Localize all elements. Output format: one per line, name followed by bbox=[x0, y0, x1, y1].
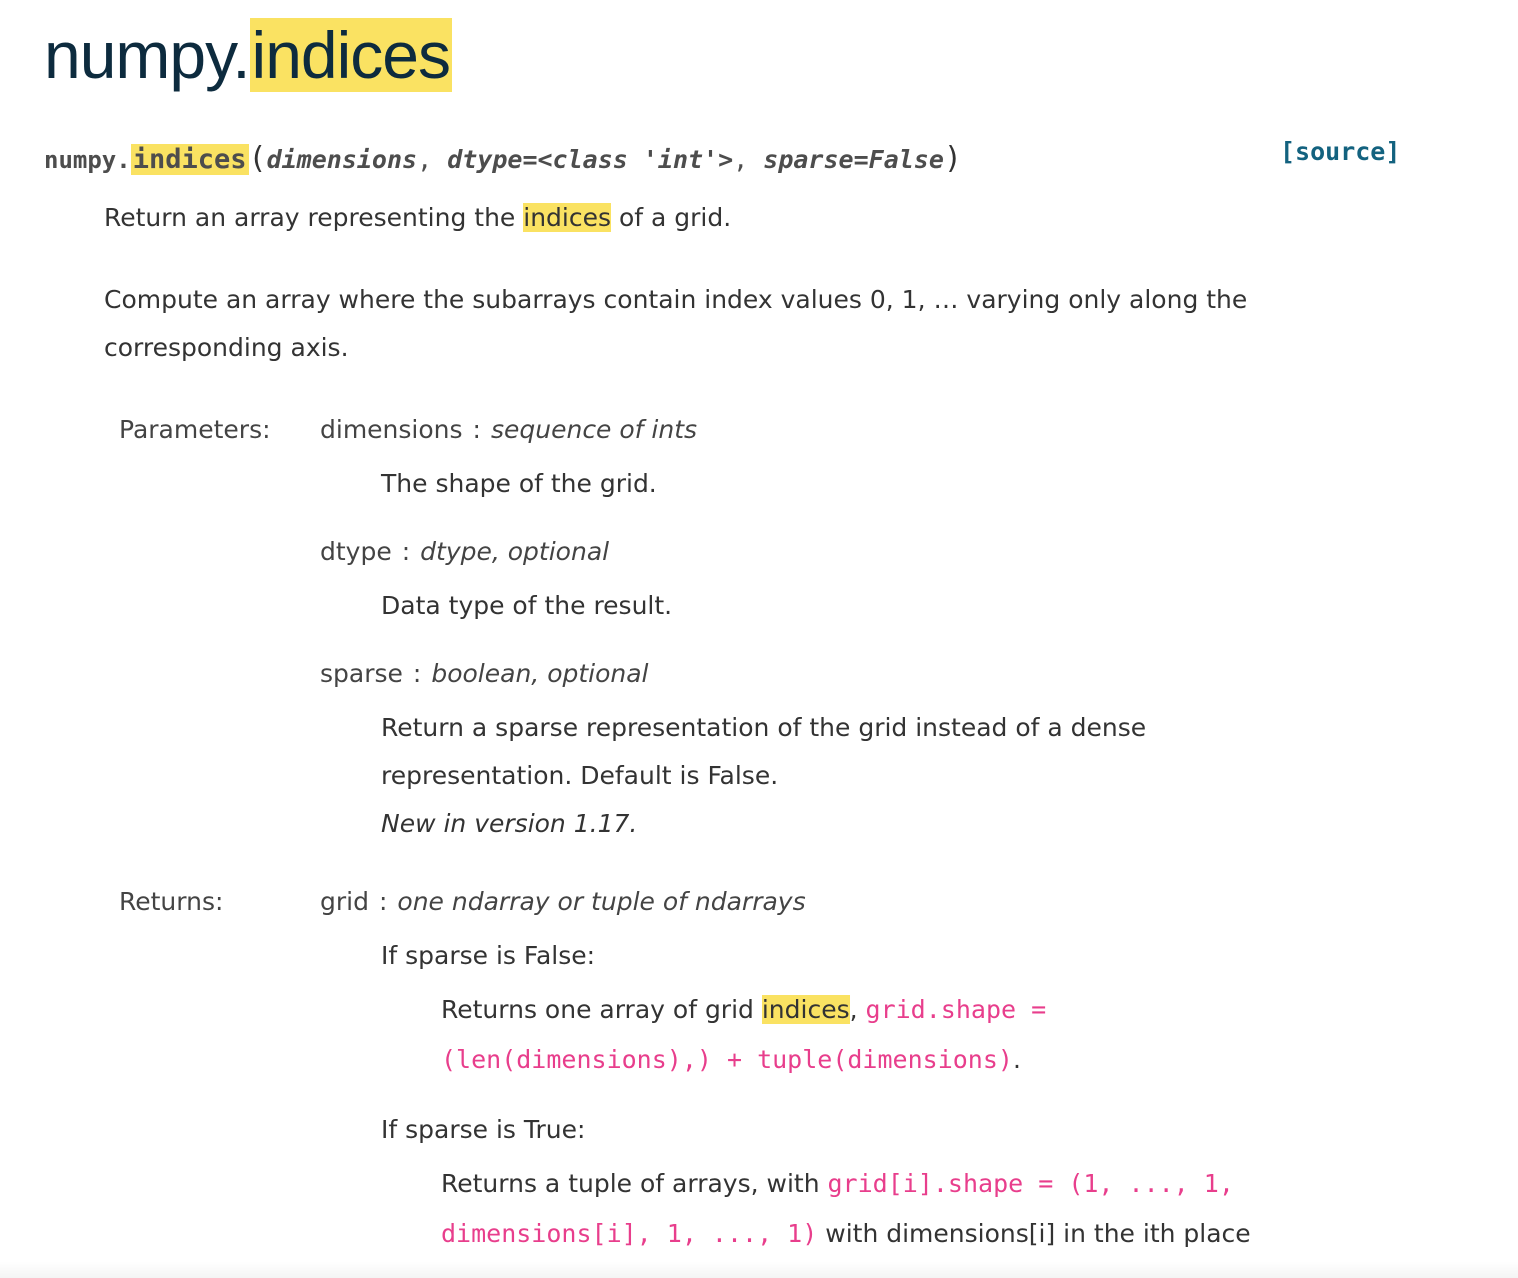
param-type: boolean, optional bbox=[431, 659, 649, 688]
param-type: dtype, optional bbox=[420, 537, 610, 566]
case-false-after: . bbox=[1012, 1045, 1021, 1074]
signature-open-paren: ( bbox=[248, 141, 267, 176]
function-signature: numpy.indices(dimensions, dtype=<class '… bbox=[44, 138, 962, 181]
case-true-after: with dimensions[i] in the ith place bbox=[817, 1219, 1251, 1248]
signature-separator: , bbox=[417, 145, 448, 174]
summary-after: of a grid. bbox=[611, 203, 732, 232]
bottom-fade bbox=[0, 1262, 1518, 1278]
signature-separator: , bbox=[733, 145, 764, 174]
param-colon: : bbox=[401, 537, 411, 566]
return-name: grid bbox=[320, 887, 369, 916]
case-true-before: Returns a tuple of arrays, with bbox=[441, 1169, 828, 1198]
param-colon: : bbox=[472, 415, 481, 444]
param-dtype-head: dtype: dtype, optional bbox=[320, 528, 609, 576]
summary-highlight: indices bbox=[523, 203, 612, 232]
param-sparse-desc: Return a sparse representation of the gr… bbox=[381, 704, 1281, 848]
param-dimensions-desc: The shape of the grid. bbox=[381, 469, 657, 498]
case-false-comma: , bbox=[849, 995, 858, 1024]
signature-param-sparse: sparse=False bbox=[763, 145, 944, 174]
case-sparse-true-heading: If sparse is True: bbox=[381, 1115, 586, 1144]
case-sparse-false-heading: If sparse is False: bbox=[381, 941, 596, 970]
case-sparse-false-desc: Returns one array of grid indices, grid.… bbox=[441, 985, 1161, 1085]
param-dimensions-head: dimensions: sequence of ints bbox=[320, 406, 697, 454]
param-type: sequence of ints bbox=[490, 415, 698, 444]
case-sparse-true-desc: Returns a tuple of arrays, with grid[i].… bbox=[441, 1159, 1381, 1259]
version-note: New in version 1.17. bbox=[381, 809, 638, 838]
title-prefix: numpy. bbox=[44, 18, 251, 92]
parameters-label: Parameters: bbox=[119, 415, 271, 444]
signature-param-dtype: dtype=<class 'int'> bbox=[447, 145, 734, 174]
return-type: one ndarray or tuple of ndarrays bbox=[397, 887, 806, 916]
param-name: dtype bbox=[320, 537, 392, 566]
signature-close-paren: ) bbox=[943, 141, 962, 176]
summary-text: Return an array representing the indices… bbox=[104, 194, 731, 242]
title-highlight: indices bbox=[249, 18, 452, 92]
case-false-highlight: indices bbox=[761, 995, 850, 1024]
param-sparse-desc-text: Return a sparse representation of the gr… bbox=[381, 713, 1147, 790]
summary-before: Return an array representing the bbox=[104, 203, 524, 232]
param-name: dimensions bbox=[320, 415, 463, 444]
param-sparse-head: sparse: boolean, optional bbox=[320, 650, 649, 698]
signature-name: indices bbox=[130, 144, 249, 175]
param-dtype-desc: Data type of the result. bbox=[381, 591, 673, 620]
signature-param-dimensions: dimensions bbox=[266, 145, 418, 174]
page-title: numpy.indices bbox=[44, 12, 452, 98]
case-false-before: Returns one array of grid bbox=[441, 995, 762, 1024]
source-link[interactable]: [source] bbox=[1280, 134, 1400, 170]
param-colon: : bbox=[412, 659, 422, 688]
signature-prefix: numpy. bbox=[44, 146, 131, 174]
return-colon: : bbox=[378, 887, 388, 916]
returns-label: Returns: bbox=[119, 887, 224, 916]
returns-grid-head: grid: one ndarray or tuple of ndarrays bbox=[320, 878, 806, 926]
param-name: sparse bbox=[320, 659, 403, 688]
description-text: Compute an array where the subarrays con… bbox=[104, 285, 1248, 362]
